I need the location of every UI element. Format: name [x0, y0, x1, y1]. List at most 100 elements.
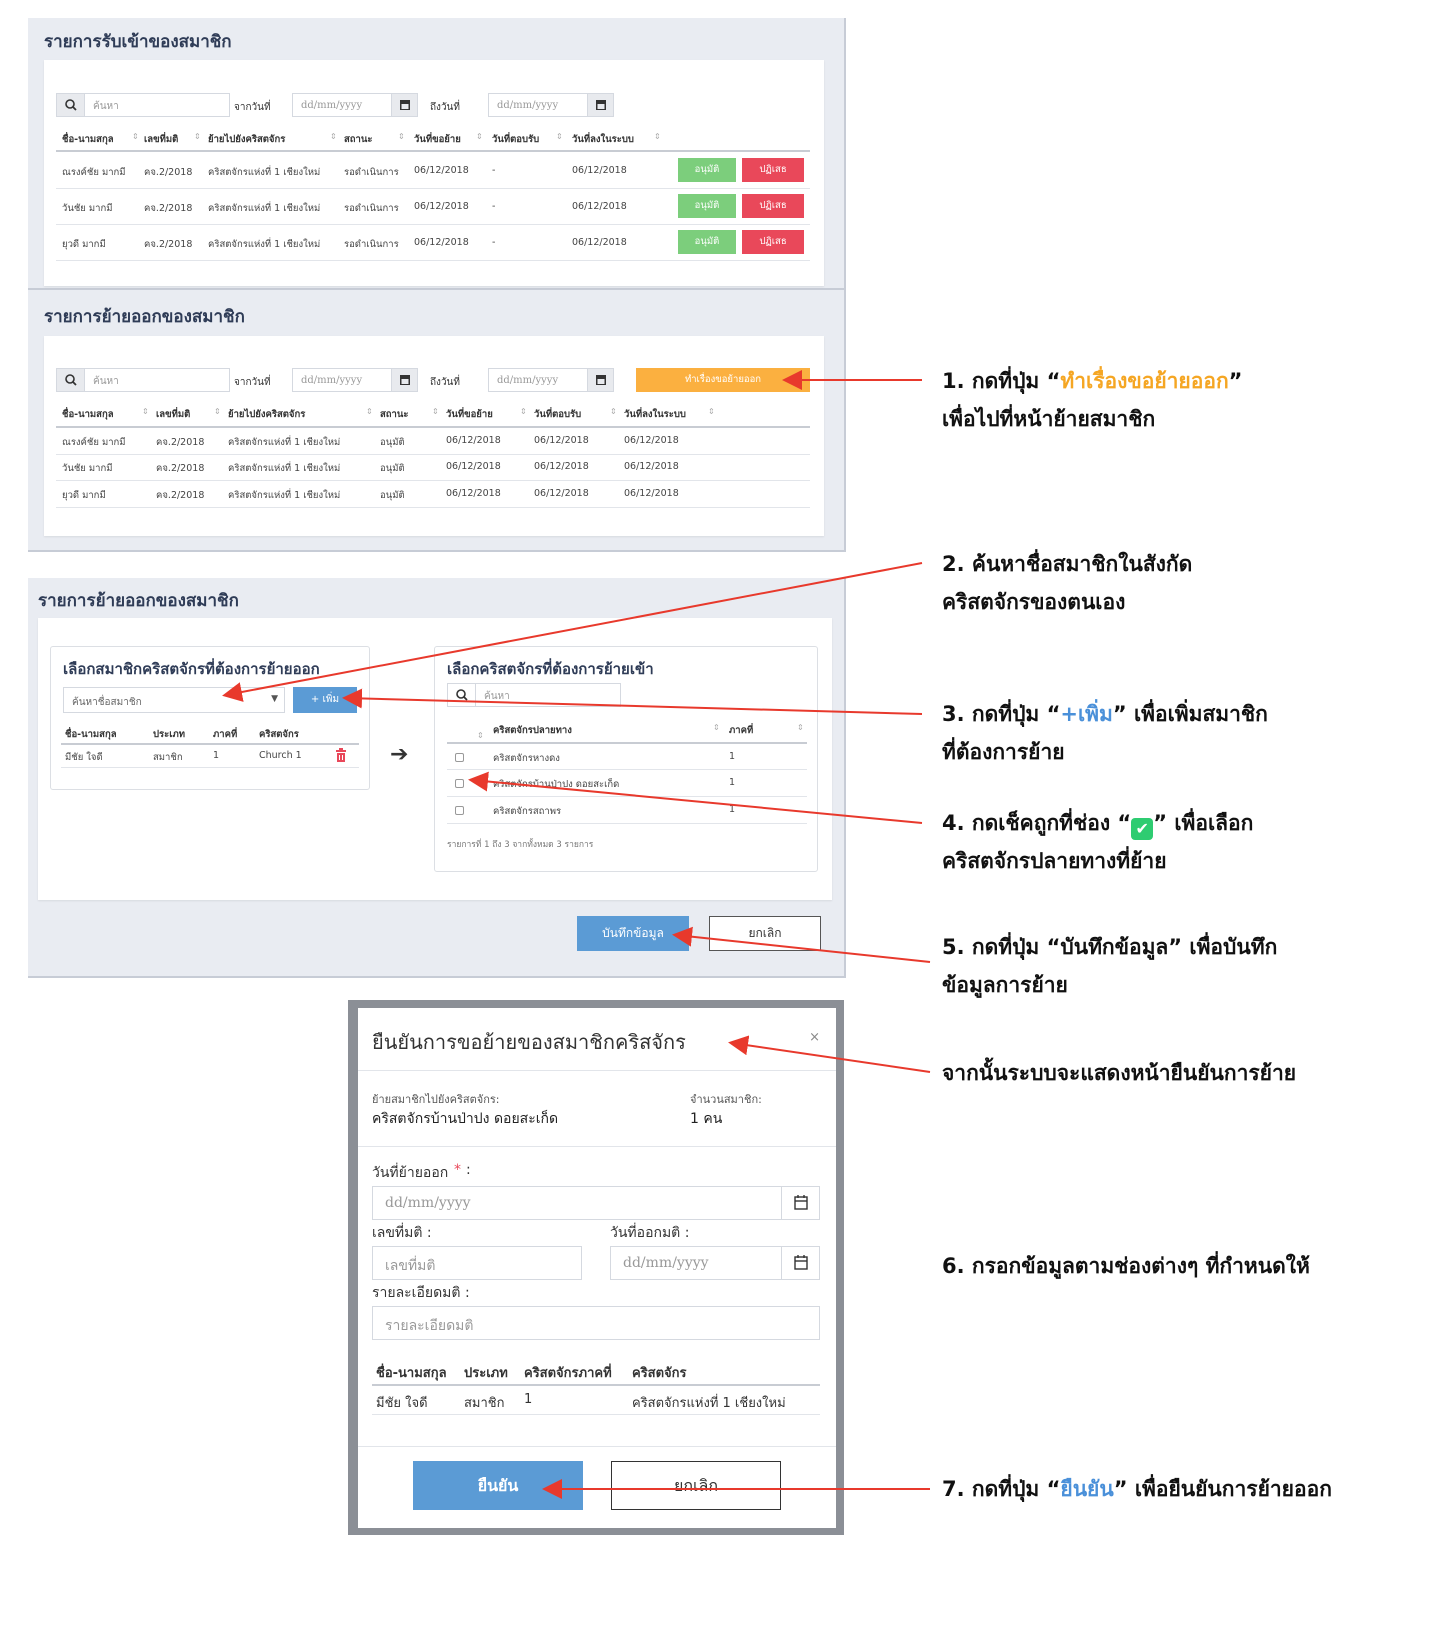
- sort-icon[interactable]: ⇕: [214, 407, 221, 416]
- calendar-icon[interactable]: [781, 1187, 819, 1219]
- confirm-button[interactable]: ยืนยัน: [413, 1461, 583, 1510]
- row-checkbox[interactable]: [455, 779, 464, 788]
- move-out-card: เลือกสมาชิกคริสตจักรที่ต้องการย้ายออก ค้…: [38, 618, 832, 900]
- church-search-input[interactable]: ค้นหา: [447, 683, 621, 707]
- annotation-step-2: 2. ค้นหาชื่อสมาชิกในสังกัด คริสตจักรของต…: [942, 552, 1193, 614]
- to-date-input[interactable]: dd/mm/yyyy: [488, 368, 614, 392]
- search-icon: [57, 94, 85, 116]
- reject-button[interactable]: ปฏิเสธ: [742, 194, 804, 218]
- calendar-icon[interactable]: [587, 94, 613, 116]
- annotation-step-7: 7. กดที่ปุ่ม “ยืนยัน” เพื่อยืนยันการย้าย…: [942, 1477, 1332, 1501]
- table-footer: รายการที่ 1 ถึง 3 จากทั้งหมด 3 รายการ: [447, 840, 594, 850]
- reject-button[interactable]: ปฏิเสธ: [742, 230, 804, 254]
- incoming-title: รายการรับเข้าของสมาชิก: [44, 32, 232, 52]
- arrow-right-icon: ➔: [390, 742, 409, 767]
- from-date-label: จากวันที่: [234, 377, 271, 388]
- row-checkbox[interactable]: [455, 753, 464, 762]
- sort-icon[interactable]: ⇕: [398, 132, 405, 141]
- from-date-label: จากวันที่: [234, 102, 271, 113]
- modal-title: ยืนยันการขอย้ายของสมาชิกคริสจักร: [372, 1030, 686, 1054]
- calendar-icon[interactable]: [391, 94, 417, 116]
- col-resolution[interactable]: เลขที่มติ: [144, 132, 178, 147]
- sort-icon[interactable]: ⇕: [610, 407, 617, 416]
- select-member-card: เลือกสมาชิกคริสตจักรที่ต้องการย้ายออก ค้…: [50, 646, 370, 790]
- to-date-label: ถึงวันที่: [430, 102, 460, 113]
- resolution-date-input[interactable]: dd/mm/yyyy: [610, 1246, 820, 1280]
- sort-icon[interactable]: ⇕: [556, 132, 563, 141]
- sort-icon[interactable]: ⇕: [432, 407, 439, 416]
- sort-icon[interactable]: ⇕: [132, 132, 139, 141]
- col-request-date[interactable]: วันที่ขอย้าย: [414, 132, 461, 147]
- from-date-input[interactable]: dd/mm/yyyy: [292, 368, 418, 392]
- search-icon: [448, 684, 476, 706]
- annotation-confirm-page: จากนั้นระบบจะแสดงหน้ายืนยันการย้าย: [942, 1061, 1297, 1085]
- col-accept-date[interactable]: วันที่ตอบรับ: [492, 132, 539, 147]
- incoming-search-input[interactable]: ค้นหา: [56, 93, 230, 117]
- sort-icon[interactable]: ⇕: [194, 132, 201, 141]
- to-date-input[interactable]: dd/mm/yyyy: [488, 93, 614, 117]
- sort-icon[interactable]: ⇕: [477, 731, 484, 740]
- select-church-title: เลือกคริสตจักรที่ต้องการย้ายเข้า: [447, 660, 654, 678]
- outgoing-title: รายการย้ายออกของสมาชิก: [44, 307, 245, 327]
- sort-icon[interactable]: ⇕: [330, 132, 337, 141]
- annotation-step-4: 4. กดเช็คถูกที่ช่อง “✔” เพื่อเลือก คริสต…: [942, 811, 1254, 873]
- modal-cancel-button[interactable]: ยกเลิก: [611, 1461, 781, 1510]
- col-church[interactable]: ย้ายไปยังคริสตจักร: [208, 132, 285, 147]
- col-request-date[interactable]: วันที่ขอย้าย: [446, 407, 493, 422]
- sort-icon[interactable]: ⇕: [476, 132, 483, 141]
- annotation-step-3: 3. กดที่ปุ่ม “+เพิ่ม” เพื่อเพิ่มสมาชิก ท…: [942, 702, 1268, 764]
- select-member-title: เลือกสมาชิกคริสตจักรที่ต้องการย้ายออก: [63, 660, 320, 678]
- sort-icon[interactable]: ⇕: [713, 723, 720, 732]
- required-mark: *: [454, 1162, 461, 1178]
- annotation-step-5: 5. กดที่ปุ่ม “บันทึกข้อมูล” เพื่อบันทึก …: [942, 935, 1278, 997]
- sort-icon[interactable]: ⇕: [654, 132, 661, 141]
- reject-button[interactable]: ปฏิเสธ: [742, 158, 804, 182]
- col-resolution[interactable]: เลขที่มติ: [156, 407, 190, 422]
- check-icon: ✔: [1131, 818, 1154, 840]
- resolution-detail-input[interactable]: รายละเอียดมติ: [372, 1306, 820, 1340]
- close-icon[interactable]: ×: [809, 1030, 820, 1045]
- row-checkbox[interactable]: [455, 806, 464, 815]
- member-select[interactable]: ค้นหาชื่อสมาชิก ▼: [63, 687, 285, 713]
- destination-church: คริสตจักรบ้านป่าปง ดอยสะเก็ด: [372, 1111, 559, 1127]
- approve-button[interactable]: อนุมัติ: [678, 194, 736, 218]
- col-system-date[interactable]: วันที่ลงในระบบ: [624, 407, 686, 422]
- to-date-label: ถึงวันที่: [430, 377, 460, 388]
- calendar-icon[interactable]: [587, 369, 613, 391]
- confirm-modal: ยืนยันการขอย้ายของสมาชิกคริสจักร × ย้ายส…: [358, 1008, 836, 1528]
- sort-icon[interactable]: ⇕: [142, 407, 149, 416]
- col-name[interactable]: ชื่อ-นามสกุล: [62, 407, 114, 422]
- from-date-input[interactable]: dd/mm/yyyy: [292, 93, 418, 117]
- approve-button[interactable]: อนุมัติ: [678, 230, 736, 254]
- save-button[interactable]: บันทึกข้อมูล: [577, 916, 689, 951]
- outgoing-card: ค้นหา จากวันที่ dd/mm/yyyy ถึงวันที่ dd/…: [44, 336, 824, 536]
- col-church[interactable]: ย้ายไปยังคริสตจักร: [228, 407, 305, 422]
- calendar-icon[interactable]: [391, 369, 417, 391]
- add-member-button[interactable]: + เพิ่ม: [293, 687, 357, 713]
- chevron-down-icon: ▼: [271, 694, 278, 704]
- request-move-out-button[interactable]: ทำเรื่องขอย้ายออก: [636, 368, 810, 392]
- sort-icon[interactable]: ⇕: [520, 407, 527, 416]
- approve-button[interactable]: อนุมัติ: [678, 158, 736, 182]
- move-out-title: รายการย้ายออกของสมาชิก: [38, 591, 239, 611]
- sort-icon[interactable]: ⇕: [708, 407, 715, 416]
- resolution-no-input[interactable]: เลขที่มติ: [372, 1246, 582, 1280]
- col-system-date[interactable]: วันที่ลงในระบบ: [572, 132, 634, 147]
- search-icon: [57, 369, 85, 391]
- col-accept-date[interactable]: วันที่ตอบรับ: [534, 407, 581, 422]
- move-out-date-input[interactable]: dd/mm/yyyy: [372, 1186, 820, 1220]
- col-status[interactable]: สถานะ: [380, 407, 408, 422]
- col-name[interactable]: ชื่อ-นามสกุล: [62, 132, 114, 147]
- calendar-icon[interactable]: [781, 1247, 819, 1279]
- trash-icon[interactable]: [335, 747, 347, 766]
- member-count: 1 คน: [690, 1111, 723, 1127]
- sort-icon[interactable]: ⇕: [366, 407, 373, 416]
- cancel-button[interactable]: ยกเลิก: [709, 916, 821, 951]
- select-church-card: เลือกคริสตจักรที่ต้องการย้ายเข้า ค้นหา ⇕…: [434, 646, 818, 872]
- annotation-step-6: 6. กรอกข้อมูลตามช่องต่างๆ ที่กำหนดให้: [942, 1254, 1310, 1278]
- col-status[interactable]: สถานะ: [344, 132, 372, 147]
- annotation-step-1: 1. กดที่ปุ่ม “ทำเรื่องขอย้ายออก” เพื่อไป…: [942, 369, 1243, 431]
- outgoing-search-input[interactable]: ค้นหา: [56, 368, 230, 392]
- incoming-card: ค้นหา จากวันที่ dd/mm/yyyy ถึงวันที่ dd/…: [44, 60, 824, 286]
- sort-icon[interactable]: ⇕: [797, 723, 804, 732]
